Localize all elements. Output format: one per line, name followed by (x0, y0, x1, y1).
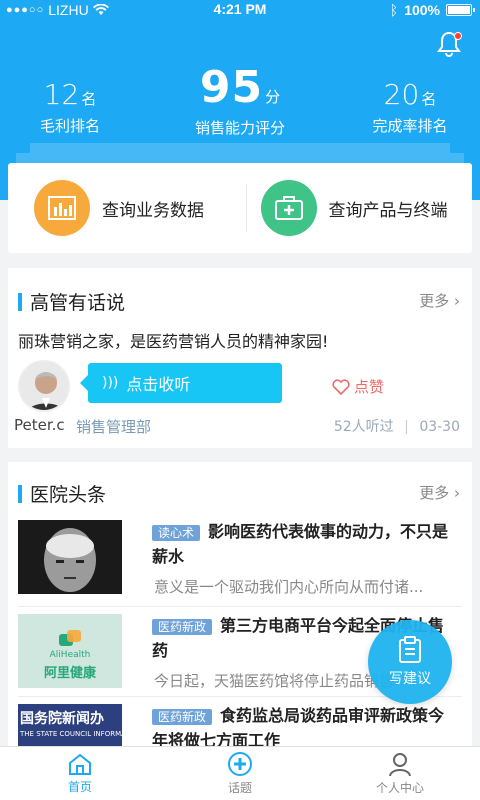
completion-rank-value: 20 (383, 78, 420, 111)
like-button[interactable]: 点赞 (332, 376, 384, 397)
bar-chart-icon (34, 180, 90, 236)
alihealth-logo-icon (59, 630, 81, 646)
listen-meta: 52人听过 | 03-30 (334, 416, 460, 436)
query-products-label: 查询产品与终端 (328, 200, 448, 221)
alihealth-en: AliHealth (49, 650, 91, 660)
news-tag: 读心术 (152, 525, 201, 541)
query-products-button[interactable]: 查询产品与终端 (247, 180, 473, 236)
more-label: 更多 (419, 292, 450, 310)
battery-percent: 100% (404, 2, 440, 18)
write-suggestion-button[interactable]: 写建议 (368, 620, 452, 704)
sales-score-value: 95 (199, 62, 264, 113)
more-link[interactable]: 更多 › (419, 482, 460, 503)
news-thumbnail: 国务院新闻办 THE STATE COUNCIL INFORMATION (18, 704, 122, 748)
talk-date: 03-30 (419, 419, 460, 435)
tab-bar: 首页 话题 个人中心 (0, 746, 480, 800)
user-icon (389, 753, 411, 777)
title-bar (18, 484, 22, 503)
heart-icon (332, 378, 350, 395)
news-item[interactable]: 读心术 影响医药代表做事的动力，不只是薪水 意义是一个驱动我们内心所向从而付诸..… (18, 514, 462, 608)
meta-separator: | (404, 419, 409, 435)
tab-topics-label: 话题 (227, 781, 252, 795)
news-tag: 医药新政 (152, 709, 213, 725)
tab-topics[interactable]: 话题 (160, 747, 320, 800)
completion-rank-stat: 20 名 完成率排名 (365, 78, 455, 136)
listen-button[interactable]: ))) 点击收听 (80, 363, 282, 403)
title-bar (18, 292, 22, 311)
status-bar: ●●●○○ LIZHU 4:21 PM ᛒ 100% (0, 0, 480, 22)
news-title: 医药新政 食药监总局谈药品审评新政策今年将做七方面工作 (152, 706, 445, 748)
more-label: 更多 (419, 484, 450, 502)
council-en: THE STATE COUNCIL INFORMATION (20, 730, 122, 738)
executive-talk-card: 高管有话说 更多 › 丽珠营销之家，是医药营销人员的精神家园! ))) 点击收听… (8, 268, 472, 448)
battery-icon (446, 4, 475, 16)
sales-score-stat: 95 分 销售能力评分 (180, 62, 300, 138)
completion-rank-unit: 名 (421, 90, 437, 108)
query-business-data-label: 查询业务数据 (102, 200, 204, 221)
tab-home-label: 首页 (67, 780, 92, 794)
author-department: 销售管理部 (76, 418, 152, 436)
council-cn: 国务院新闻办 (20, 711, 104, 727)
medical-kit-icon (260, 180, 317, 236)
like-label: 点赞 (354, 378, 385, 396)
completion-rank-label: 完成率排名 (372, 117, 448, 135)
margin-rank-value: 12 (43, 78, 80, 111)
tab-profile[interactable]: 个人中心 (320, 747, 480, 800)
hospital-news-title: 医院头条 (30, 484, 107, 506)
write-suggestion-label: 写建议 (389, 671, 431, 687)
news-item[interactable]: 国务院新闻办 THE STATE COUNCIL INFORMATION 医药新… (18, 698, 462, 748)
margin-rank-label: 毛利排名 (39, 117, 100, 135)
news-thumbnail (18, 520, 122, 594)
hospital-news-card: 医院头条 更多 › 读心术 影响医药代表做事的动力，不只是薪水 意义是一个驱动我们… (8, 462, 472, 752)
listen-count: 52人听过 (333, 419, 394, 435)
more-link[interactable]: 更多 › (419, 290, 460, 311)
slogan-text: 丽珠营销之家，是医药营销人员的精神家园! (18, 332, 329, 351)
news-title: 读心术 影响医药代表做事的动力，不只是薪水 (152, 522, 449, 566)
avatar[interactable] (18, 360, 70, 412)
margin-rank-unit: 名 (81, 90, 97, 108)
tab-profile-label: 个人中心 (375, 781, 424, 795)
chevron-right-icon: › (454, 292, 460, 310)
home-icon (69, 753, 91, 775)
bluetooth-icon: ᛒ (389, 2, 399, 18)
author-name: Peter.c (14, 416, 65, 434)
plus-circle-icon (228, 752, 252, 776)
listen-label: 点击收听 (126, 375, 191, 394)
clipboard-icon (399, 636, 421, 663)
tab-home[interactable]: 首页 (0, 747, 160, 800)
divider (18, 606, 462, 607)
header-decoration (16, 153, 464, 163)
query-business-data-button[interactable]: 查询业务数据 (8, 180, 246, 236)
news-desc: 意义是一个驱动我们内心所向从而付诸... (154, 578, 424, 596)
notification-bell-icon[interactable] (436, 30, 462, 58)
quick-actions-card: 查询业务数据 查询产品与终端 (8, 163, 472, 253)
news-thumbnail: AliHealth 阿里健康 (18, 614, 122, 688)
section-title: 医院头条 (18, 480, 106, 507)
executive-talk-title: 高管有话说 (30, 292, 126, 314)
header-decoration (30, 143, 450, 153)
news-tag: 医药新政 (152, 619, 213, 635)
chevron-right-icon: › (454, 484, 460, 502)
alihealth-cn: 阿里健康 (43, 666, 96, 681)
margin-rank-stat: 12 名 毛利排名 (30, 78, 110, 136)
section-title: 高管有话说 (18, 288, 125, 315)
notification-dot (454, 32, 462, 40)
sound-wave-icon: ))) (102, 375, 119, 391)
sales-score-unit: 分 (265, 88, 281, 106)
sales-score-label: 销售能力评分 (194, 119, 285, 137)
